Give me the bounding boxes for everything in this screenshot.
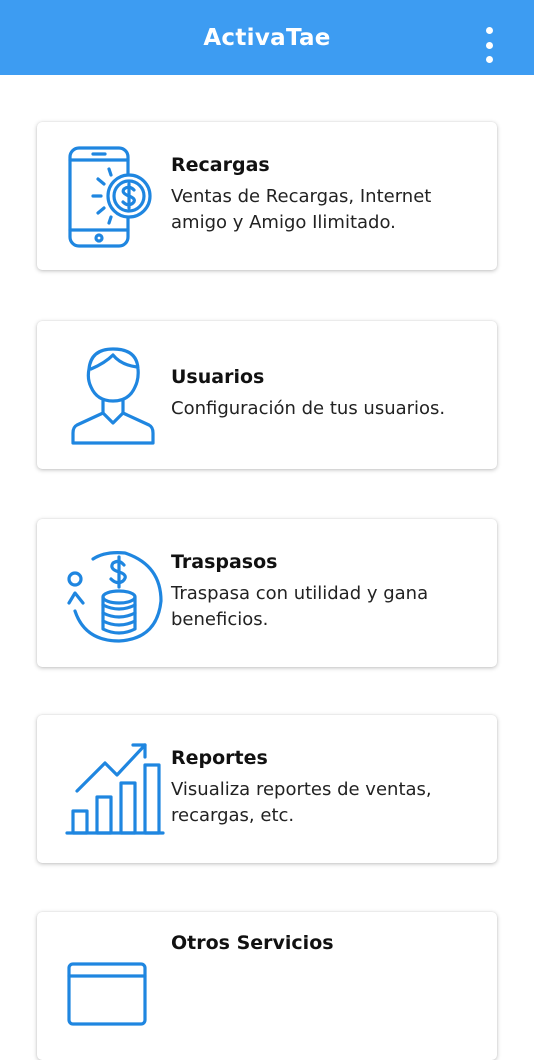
phone-dollar-icon — [65, 144, 165, 248]
card-description: Ventas de Recargas, Internet amigo y Ami… — [171, 186, 432, 233]
card-otros-servicios[interactable]: Otros Servicios — [37, 912, 497, 1060]
user-icon — [65, 343, 165, 447]
app-bar: ActivaTae — [0, 0, 534, 75]
card-description: Configuración de tus usuarios. — [171, 398, 446, 419]
card-recargas[interactable]: Recargas Ventas de Recargas, Internet am… — [37, 122, 497, 270]
card-title: Recargas — [171, 154, 270, 176]
card-reportes[interactable]: Reportes Visualiza reportes de ventas, r… — [37, 715, 497, 863]
card-title: Reportes — [171, 747, 268, 769]
card-description: Traspasa con utilidad y gana beneficios. — [171, 583, 429, 630]
card-description: Visualiza reportes de ventas, recargas, … — [171, 779, 432, 826]
coins-transfer-icon — [65, 541, 165, 645]
card-title: Usuarios — [171, 366, 265, 388]
bar-chart-icon — [65, 737, 165, 841]
card-traspasos[interactable]: Traspasos Traspasa con utilidad y gana b… — [37, 519, 497, 667]
card-title: Traspasos — [171, 551, 278, 573]
card-usuarios[interactable]: Usuarios Configuración de tus usuarios. — [37, 321, 497, 469]
more-vert-icon[interactable] — [484, 27, 494, 63]
card-title: Otros Servicios — [171, 932, 334, 954]
app-title: ActivaTae — [203, 24, 331, 51]
